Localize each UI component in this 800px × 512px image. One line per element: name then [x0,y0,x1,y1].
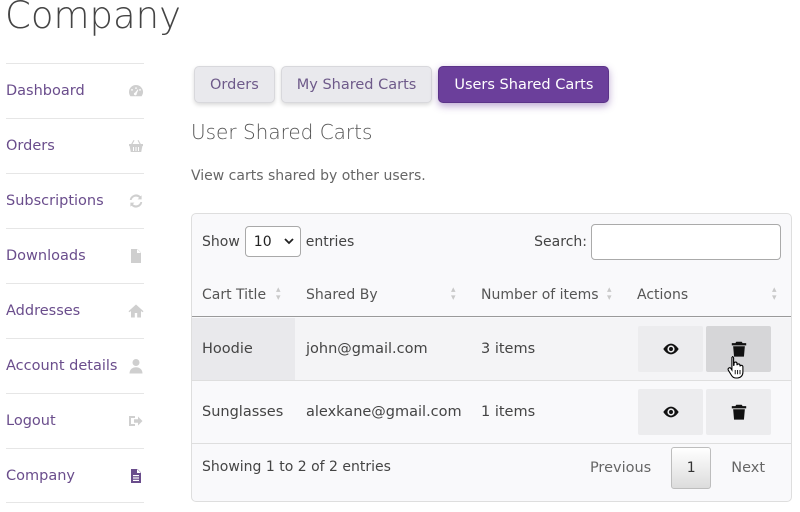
table-row: Hoodie john@gmail.com 3 items [192,318,791,381]
trash-icon [731,404,746,420]
next-page-button[interactable]: Next [721,460,791,476]
table-header: Cart Title ▴ ▾ Shared By ▴ ▾ Number of ite… [192,274,791,317]
chevron-down-icon [284,238,294,245]
sidebar-item-label: Company [6,467,75,484]
dashboard-icon [128,83,144,99]
sidebar-item-logout[interactable]: Logout [6,393,144,448]
sidebar-item-label: Orders [6,138,55,154]
sidebar-item-label: Subscriptions [6,193,104,209]
length-prefix: Show [202,233,240,250]
user-icon [128,358,144,374]
basket-icon [128,138,144,154]
shared-carts-table-panel: Show 10 entries Search: Cart Title ▴ ▾ Sh… [191,213,792,502]
shared-by-cell: alexkane@gmail.com [306,404,462,420]
view-cart-button[interactable] [638,326,703,372]
entries-length-control: Show 10 entries [202,226,354,257]
sort-icon: ▴ ▾ [772,285,777,303]
eye-icon [662,406,679,418]
sidebar-item-label: Account details [6,358,118,374]
column-header-label: Number of items [481,287,599,303]
sidebar-item-addresses[interactable]: Addresses [6,283,144,338]
column-header-label: Cart Title [202,287,267,303]
column-header-cart-title[interactable]: Cart Title [202,274,266,316]
shared-by-cell: john@gmail.com [306,341,428,357]
length-suffix: entries [305,233,355,250]
entries-length-select[interactable]: 10 [244,226,301,257]
sidebar-item-label: Addresses [6,303,81,319]
refresh-icon [128,193,144,209]
account-sidebar: Dashboard Orders Subscriptions Downloads… [6,63,144,503]
column-header-label: Actions [637,287,689,303]
document-icon [128,468,144,484]
sidebar-item-label: Logout [6,413,56,429]
search-input[interactable] [591,224,781,260]
tab-my-shared-carts[interactable]: My Shared Carts [280,66,433,103]
sidebar-item-account-details[interactable]: Account details [6,338,144,393]
tab-users-shared-carts[interactable]: Users Shared Carts [438,66,610,103]
sidebar-item-dashboard[interactable]: Dashboard [6,63,144,118]
sidebar-item-label: Dashboard [6,83,85,99]
page-1-button[interactable]: 1 [671,447,712,489]
sidebar-item-downloads[interactable]: Downloads [6,228,144,283]
eye-icon [662,343,679,355]
hand-pointer-cursor-icon [727,355,744,379]
home-icon [128,303,144,319]
sort-icon: ▴ ▾ [607,285,612,303]
delete-cart-button[interactable] [706,389,771,435]
table-search-control: Search: [534,224,781,260]
cart-title-cell: Sunglasses [202,404,284,420]
pagination: Previous 1 Next [580,447,791,489]
page-title: Company [5,0,182,37]
sign-out-icon [128,413,144,429]
cart-tabs: Orders My Shared Carts Users Shared Cart… [194,66,610,103]
sidebar-item-subscriptions[interactable]: Subscriptions [6,173,144,228]
section-description: View carts shared by other users. [191,168,426,184]
table-row: Sunglasses alexkane@gmail.com 1 items [192,381,791,444]
tab-orders[interactable]: Orders [194,66,275,103]
sidebar-item-company[interactable]: Company [6,448,144,503]
table-info: Showing 1 to 2 of 2 entries [202,459,391,475]
section-title: User Shared Carts [191,120,373,144]
previous-page-button[interactable]: Previous [580,460,661,476]
column-header-actions[interactable]: Actions [637,274,688,316]
view-cart-button[interactable] [638,389,703,435]
sidebar-item-orders[interactable]: Orders [6,118,144,173]
items-count-cell: 1 items [481,404,536,420]
file-download-icon [128,248,144,264]
items-count-cell: 3 items [481,341,536,357]
sidebar-item-label: Downloads [6,248,86,264]
column-header-number-of-items[interactable]: Number of items [481,274,599,316]
sort-icon: ▴ ▾ [276,285,281,303]
column-header-shared-by[interactable]: Shared By [306,274,378,316]
sort-icon: ▴ ▾ [451,285,456,303]
cart-title-cell: Hoodie [192,318,295,380]
column-header-label: Shared By [306,287,378,303]
length-value: 10 [253,233,272,250]
search-label: Search: [534,234,587,250]
